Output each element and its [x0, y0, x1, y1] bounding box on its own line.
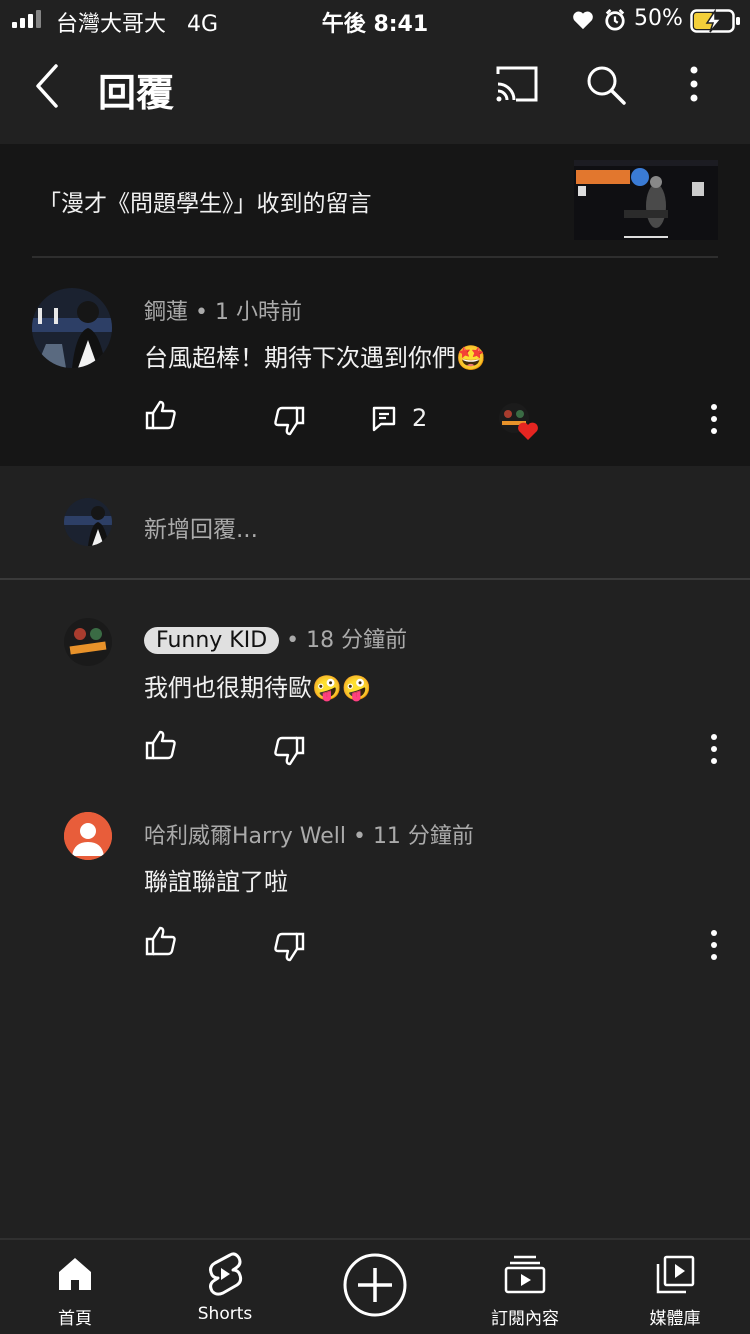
thumbs-up-icon[interactable] — [145, 730, 177, 760]
video-title[interactable]: 「漫才《問題學生》」收到的留言 — [38, 184, 372, 218]
nav-library[interactable]: 媒體庫 — [600, 1240, 750, 1334]
add-reply-row[interactable]: 新增回覆... — [0, 466, 750, 580]
home-icon — [59, 1258, 91, 1290]
nav-label: 首頁 — [58, 1309, 92, 1329]
subscriptions-icon — [504, 1255, 546, 1294]
reply-item: Funny KID • 18 分鐘前 我們也很期待歐🤪🤪 — [0, 600, 750, 780]
comment-time: 1 小時前 — [214, 300, 302, 325]
comment-author-creator[interactable]: Funny KID — [144, 627, 280, 654]
status-bar: 台灣大哥大 4G 午後 8:41 50% — [0, 0, 750, 42]
avatar[interactable] — [32, 288, 112, 368]
nav-label: Shorts — [197, 1304, 253, 1324]
heart-status-icon — [573, 11, 593, 30]
app-header: 回覆 — [0, 42, 750, 144]
nav-create[interactable] — [300, 1240, 450, 1334]
nav-home[interactable]: 首頁 — [0, 1240, 150, 1334]
avatar[interactable] — [64, 812, 112, 860]
back-arrow-icon[interactable] — [32, 62, 64, 110]
divider — [32, 256, 718, 258]
alarm-icon — [605, 8, 625, 31]
thumbs-down-icon[interactable] — [273, 406, 305, 436]
comment-time: 11 分鐘前 — [372, 824, 474, 849]
search-icon[interactable] — [585, 64, 627, 106]
video-thumbnail[interactable] — [574, 160, 718, 240]
comment-author[interactable]: 鋼蓮 — [144, 300, 188, 325]
cast-icon[interactable] — [494, 64, 540, 104]
battery-icon — [690, 8, 740, 33]
user-avatar — [64, 498, 112, 546]
video-comment-card: 「漫才《問題學生》」收到的留言 鋼蓮 • 1 小時前 台風超棒！期待下次遇到你們… — [0, 144, 750, 466]
shorts-icon — [209, 1252, 243, 1296]
add-reply-input[interactable]: 新增回覆... — [144, 510, 258, 544]
creator-heart-badge — [498, 402, 538, 442]
thumbs-up-icon[interactable] — [145, 926, 177, 956]
more-vertical-icon[interactable] — [684, 64, 704, 104]
more-vertical-icon[interactable] — [704, 928, 724, 962]
thumbs-down-icon[interactable] — [273, 736, 305, 766]
comment-text: 台風超棒！期待下次遇到你們🤩 — [144, 344, 486, 372]
reply-count: 2 — [412, 404, 428, 432]
more-vertical-icon[interactable] — [704, 732, 724, 766]
nav-label: 訂閱內容 — [491, 1309, 559, 1329]
more-vertical-icon[interactable] — [704, 402, 724, 436]
comment-text: 我們也很期待歐🤪🤪 — [144, 674, 372, 702]
nav-subscriptions[interactable]: 訂閱內容 — [450, 1240, 600, 1334]
page-title: 回覆 — [98, 71, 175, 115]
nav-shorts[interactable]: Shorts — [150, 1240, 300, 1334]
battery-percent: 50% — [634, 6, 683, 31]
comment-time: 18 分鐘前 — [306, 628, 408, 653]
reply-comment-icon[interactable] — [372, 406, 396, 432]
thumbs-up-icon[interactable] — [145, 400, 177, 430]
thumbs-down-icon[interactable] — [273, 932, 305, 962]
create-icon — [343, 1253, 407, 1317]
reply-item: 哈利威爾Harry Well • 11 分鐘前 聯誼聯誼了啦 — [0, 796, 750, 976]
library-icon — [656, 1255, 695, 1294]
comment-author[interactable]: 哈利威爾Harry Well — [144, 824, 346, 849]
avatar[interactable] — [64, 618, 112, 666]
nav-label: 媒體庫 — [649, 1309, 701, 1329]
comment-text: 聯誼聯誼了啦 — [144, 868, 288, 896]
bottom-nav: 首頁 Shorts 訂閱內容 媒體庫 — [0, 1238, 750, 1334]
